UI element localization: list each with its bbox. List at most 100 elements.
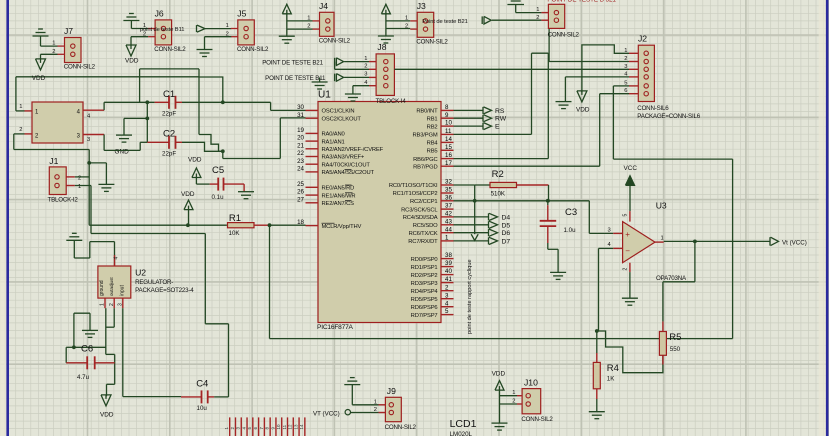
svg-text:RC4/SDI/SDA: RC4/SDI/SDA — [403, 215, 438, 221]
svg-text:13: 13 — [293, 424, 298, 430]
svg-text:10: 10 — [276, 424, 281, 430]
svg-text:5: 5 — [624, 80, 627, 86]
svg-text:RC5/SDO: RC5/SDO — [413, 223, 438, 229]
svg-text:RC6/TX/CK: RC6/TX/CK — [409, 231, 438, 237]
svg-text:PACKAGE=SOT223-4: PACKAGE=SOT223-4 — [135, 287, 194, 294]
svg-text:D4: D4 — [502, 214, 511, 221]
svg-text:RC1/T1OSI/CCP2: RC1/T1OSI/CCP2 — [393, 191, 438, 197]
svg-text:RD6/PSP6: RD6/PSP6 — [411, 305, 438, 311]
svg-text:3: 3 — [87, 137, 90, 143]
svg-text:CONN-SIL2: CONN-SIL2 — [237, 46, 269, 53]
svg-text:9: 9 — [445, 112, 449, 119]
svg-text:2: 2 — [445, 284, 449, 291]
svg-text:VCC: VCC — [624, 165, 638, 172]
svg-text:+: + — [625, 230, 630, 239]
svg-text:1: 1 — [445, 235, 449, 242]
svg-text:CONN-SIL2: CONN-SIL2 — [64, 64, 96, 71]
svg-text:VDD: VDD — [32, 75, 46, 82]
svg-text:3: 3 — [624, 64, 627, 70]
svg-text:38: 38 — [445, 252, 452, 259]
svg-text:TBLOCK-I2: TBLOCK-I2 — [48, 196, 79, 203]
svg-text:RD7/PSP7: RD7/PSP7 — [411, 313, 438, 319]
svg-text:POINT DE TESTE B21: POINT DE TESTE B21 — [262, 59, 323, 66]
svg-text:39: 39 — [445, 260, 452, 267]
svg-text:1: 1 — [19, 104, 22, 110]
svg-text:Point de teste B21: Point de teste B21 — [422, 19, 468, 25]
svg-text:input: input — [120, 285, 126, 296]
svg-text:RA3/AN3/VREF+: RA3/AN3/VREF+ — [322, 155, 365, 161]
svg-text:510K: 510K — [491, 191, 506, 198]
svg-text:CONN-SIL6: CONN-SIL6 — [637, 105, 669, 112]
svg-text:U3: U3 — [656, 201, 667, 211]
svg-text:2: 2 — [109, 303, 115, 306]
svg-text:RB6/PGC: RB6/PGC — [413, 157, 437, 163]
svg-text:CONN-SIL2: CONN-SIL2 — [521, 416, 553, 423]
svg-text:6: 6 — [624, 88, 627, 94]
svg-text:RD0/PSP0: RD0/PSP0 — [411, 257, 438, 263]
svg-text:3: 3 — [118, 303, 124, 306]
svg-text:U1: U1 — [318, 90, 331, 101]
svg-text:RB2: RB2 — [427, 124, 438, 130]
svg-text:11: 11 — [445, 128, 452, 135]
svg-text:22pF: 22pF — [162, 151, 176, 158]
svg-text:OSC1/CLKIN: OSC1/CLKIN — [322, 109, 355, 115]
svg-text:CONN-SIL2: CONN-SIL2 — [416, 39, 448, 46]
svg-text:4.7u: 4.7u — [77, 374, 90, 381]
svg-text:3: 3 — [445, 292, 449, 299]
svg-text:J8: J8 — [377, 42, 386, 52]
svg-text:2: 2 — [622, 268, 628, 271]
svg-text:22pF: 22pF — [162, 111, 176, 118]
svg-text:RB7/PGD: RB7/PGD — [413, 164, 437, 170]
svg-text:VDD: VDD — [576, 107, 590, 114]
svg-text:41: 41 — [445, 276, 452, 283]
svg-text:550: 550 — [670, 346, 681, 353]
svg-text:C1: C1 — [163, 89, 175, 100]
svg-text:1: 1 — [100, 303, 106, 306]
svg-text:C2: C2 — [163, 129, 175, 140]
svg-text:CONN-SIL2: CONN-SIL2 — [319, 38, 351, 45]
svg-text:1: 1 — [661, 236, 664, 242]
svg-text:19: 19 — [297, 127, 304, 134]
svg-text:RA1/AN1: RA1/AN1 — [322, 139, 345, 145]
svg-text:VDD: VDD — [188, 157, 202, 164]
svg-text:RA2/AN2/VREF-/CVREF: RA2/AN2/VREF-/CVREF — [322, 147, 384, 153]
svg-text:TBLOCK-I4: TBLOCK-I4 — [376, 98, 407, 105]
svg-text:RA5/AN4/SS/C2OUT: RA5/AN4/SS/C2OUT — [322, 170, 375, 176]
svg-text:point de teste rapport cycliqu: point de teste rapport cyclique — [467, 259, 473, 334]
svg-text:5: 5 — [622, 214, 628, 217]
svg-text:3: 3 — [607, 227, 610, 233]
svg-text:J1: J1 — [49, 156, 58, 166]
svg-text:C5: C5 — [212, 165, 224, 176]
svg-text:RC7/RX/DT: RC7/RX/DT — [408, 239, 438, 245]
svg-text:RE2/AN7/CS: RE2/AN7/CS — [322, 201, 355, 207]
svg-text:VDD: VDD — [181, 191, 195, 198]
svg-text:36: 36 — [445, 194, 452, 201]
svg-text:14: 14 — [445, 136, 452, 143]
svg-text:Vt (VCC): Vt (VCC) — [782, 239, 807, 246]
svg-text:REGULATOR-: REGULATOR- — [135, 279, 173, 286]
svg-text:C3: C3 — [565, 207, 577, 218]
svg-text:LM020L: LM020L — [450, 431, 473, 436]
svg-text:1K: 1K — [607, 376, 615, 383]
svg-text:10K: 10K — [229, 230, 241, 237]
svg-text:RD1/PSP1: RD1/PSP1 — [411, 265, 438, 271]
svg-text:40: 40 — [445, 268, 452, 275]
svg-text:RA0/AN0: RA0/AN0 — [322, 132, 345, 138]
svg-text:RB0/INT: RB0/INT — [416, 109, 438, 115]
svg-text:J6: J6 — [155, 9, 164, 19]
svg-text:RB4: RB4 — [427, 141, 439, 147]
svg-text:17: 17 — [445, 160, 452, 167]
svg-text:2: 2 — [19, 127, 22, 133]
svg-text:OSC2/CLKOUT: OSC2/CLKOUT — [322, 116, 362, 122]
svg-text:J2: J2 — [638, 34, 647, 44]
svg-text:point de teste B11: point de teste B11 — [140, 27, 185, 33]
svg-text:VDD: VDD — [125, 58, 139, 65]
svg-text:RA4/T0CKI/C1OUT: RA4/T0CKI/C1OUT — [322, 162, 371, 168]
svg-text:2: 2 — [624, 56, 627, 62]
svg-text:4: 4 — [445, 300, 449, 307]
svg-text:21: 21 — [297, 142, 304, 149]
svg-text:8: 8 — [445, 104, 449, 111]
svg-text:LCD1: LCD1 — [450, 418, 477, 430]
svg-text:16: 16 — [445, 152, 452, 159]
svg-text:MCLR/Vpp/THV: MCLR/Vpp/THV — [322, 224, 362, 230]
